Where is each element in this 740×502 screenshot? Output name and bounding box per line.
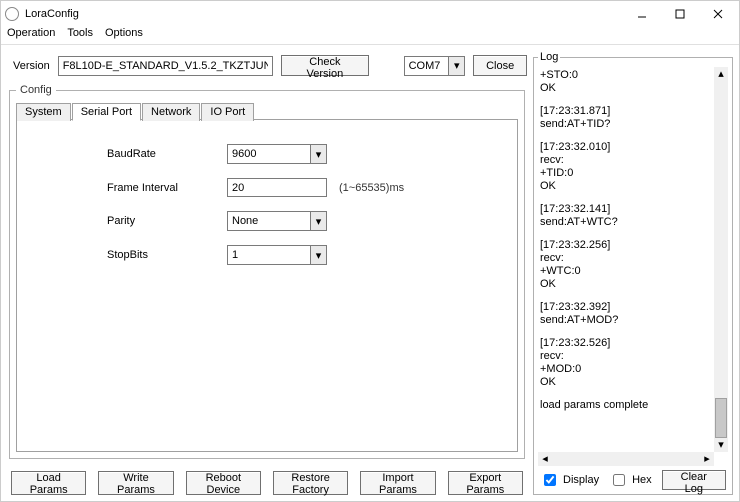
stopbits-label: StopBits xyxy=(107,249,227,261)
clear-log-button[interactable]: Clear Log xyxy=(662,470,726,490)
baudrate-label: BaudRate xyxy=(107,148,227,160)
maximize-button[interactable] xyxy=(663,4,697,24)
log-entry: [17:23:32.526] recv: +MOD:0 OK xyxy=(540,337,718,389)
log-entry: [17:23:32.141] send:AT+WTC? xyxy=(540,203,718,229)
scroll-left-icon[interactable]: ◂ xyxy=(538,452,552,466)
reboot-device-button[interactable]: Reboot Device xyxy=(186,471,261,495)
restore-factory-button[interactable]: Restore Factory xyxy=(273,471,348,495)
log-controls: Display Hex Clear Log xyxy=(538,466,728,490)
log-legend: Log xyxy=(538,51,560,63)
log-group: Log +STO:0 OK [17:23:31.871] send:AT+TID?… xyxy=(533,51,733,495)
config-group: Config System Serial Port Network IO Por… xyxy=(9,84,525,459)
frame-interval-label: Frame Interval xyxy=(107,182,227,194)
log-entry: [17:23:31.871] send:AT+TID? xyxy=(540,105,718,131)
tab-io-port[interactable]: IO Port xyxy=(201,103,254,121)
export-params-button[interactable]: Export Params xyxy=(448,471,523,495)
chevron-down-icon: ▾ xyxy=(310,145,326,163)
display-checkbox-label: Display xyxy=(563,474,599,486)
baudrate-select[interactable]: 9600 ▾ xyxy=(227,144,327,164)
com-port-select[interactable]: COM7 ▾ xyxy=(404,56,466,76)
stopbits-value: 1 xyxy=(228,249,256,261)
horizontal-scrollbar[interactable]: ◂ ▸ xyxy=(538,452,714,466)
parity-label: Parity xyxy=(107,215,227,227)
tab-serial-port[interactable]: Serial Port xyxy=(72,103,141,121)
tab-system[interactable]: System xyxy=(16,103,71,121)
scroll-up-icon[interactable]: ▴ xyxy=(714,67,728,81)
scroll-right-icon[interactable]: ▸ xyxy=(700,452,714,466)
close-window-button[interactable] xyxy=(701,4,735,24)
import-params-button[interactable]: Import Params xyxy=(360,471,435,495)
hex-checkbox-input[interactable] xyxy=(613,474,625,486)
baudrate-row: BaudRate 9600 ▾ xyxy=(107,144,497,164)
app-window: LoraConfig Operation Tools Options Versi… xyxy=(0,0,740,502)
chevron-down-icon: ▾ xyxy=(448,57,464,75)
chevron-down-icon: ▾ xyxy=(310,246,326,264)
window-buttons xyxy=(625,4,735,24)
minimize-button[interactable] xyxy=(625,4,659,24)
app-icon xyxy=(5,7,19,21)
frame-interval-row: Frame Interval (1~65535)ms xyxy=(107,178,497,197)
config-tabs: System Serial Port Network IO Port xyxy=(16,102,518,120)
version-row: Version Check Version COM7 ▾ Close xyxy=(13,55,527,76)
app-title: LoraConfig xyxy=(25,8,625,20)
log-entry: [17:23:32.010] recv: +TID:0 OK xyxy=(540,141,718,193)
baudrate-value: 9600 xyxy=(228,148,274,160)
log-entry: load params complete xyxy=(540,399,718,412)
display-checkbox[interactable]: Display xyxy=(540,471,599,489)
scroll-thumb[interactable] xyxy=(715,398,727,438)
log-text: +STO:0 OK [17:23:31.871] send:AT+TID? [17:… xyxy=(540,69,718,438)
close-port-button[interactable]: Close xyxy=(473,55,527,76)
stopbits-select[interactable]: 1 ▾ xyxy=(227,245,327,265)
write-params-button[interactable]: Write Params xyxy=(98,471,173,495)
content-area: Version Check Version COM7 ▾ Close Confi… xyxy=(1,45,739,501)
menu-options[interactable]: Options xyxy=(105,27,143,44)
scroll-down-icon[interactable]: ▾ xyxy=(714,438,728,452)
parity-value: None xyxy=(228,215,276,227)
log-box: +STO:0 OK [17:23:31.871] send:AT+TID? [17:… xyxy=(538,67,728,466)
vertical-scrollbar[interactable]: ▴ ▾ xyxy=(714,67,728,452)
load-params-button[interactable]: Load Params xyxy=(11,471,86,495)
parity-select[interactable]: None ▾ xyxy=(227,211,327,231)
log-entry: [17:23:32.392] send:AT+MOD? xyxy=(540,301,718,327)
tab-network[interactable]: Network xyxy=(142,103,200,121)
title-bar: LoraConfig xyxy=(1,1,739,27)
stopbits-row: StopBits 1 ▾ xyxy=(107,245,497,265)
version-field[interactable] xyxy=(58,56,273,76)
menu-bar: Operation Tools Options xyxy=(1,27,739,45)
parity-row: Parity None ▾ xyxy=(107,211,497,231)
serial-port-page: BaudRate 9600 ▾ Frame Interval (1~65535)… xyxy=(16,119,518,452)
config-legend: Config xyxy=(16,84,56,96)
check-version-button[interactable]: Check Version xyxy=(281,55,369,76)
version-label: Version xyxy=(13,60,50,72)
frame-interval-input[interactable] xyxy=(227,178,327,197)
menu-operation[interactable]: Operation xyxy=(7,27,55,44)
bottom-buttons: Load Params Write Params Reboot Device R… xyxy=(7,465,527,495)
chevron-down-icon: ▾ xyxy=(310,212,326,230)
hex-checkbox[interactable]: Hex xyxy=(609,471,652,489)
menu-tools[interactable]: Tools xyxy=(67,27,93,44)
frame-interval-help: (1~65535)ms xyxy=(339,182,404,194)
right-pane: Log +STO:0 OK [17:23:31.871] send:AT+TID?… xyxy=(533,51,733,495)
log-entry: [17:23:32.256] recv: +WTC:0 OK xyxy=(540,239,718,291)
scroll-track[interactable] xyxy=(714,81,728,438)
left-pane: Version Check Version COM7 ▾ Close Confi… xyxy=(7,51,527,495)
log-entry: +STO:0 OK xyxy=(540,69,718,95)
hex-checkbox-label: Hex xyxy=(632,474,652,486)
display-checkbox-input[interactable] xyxy=(544,474,556,486)
